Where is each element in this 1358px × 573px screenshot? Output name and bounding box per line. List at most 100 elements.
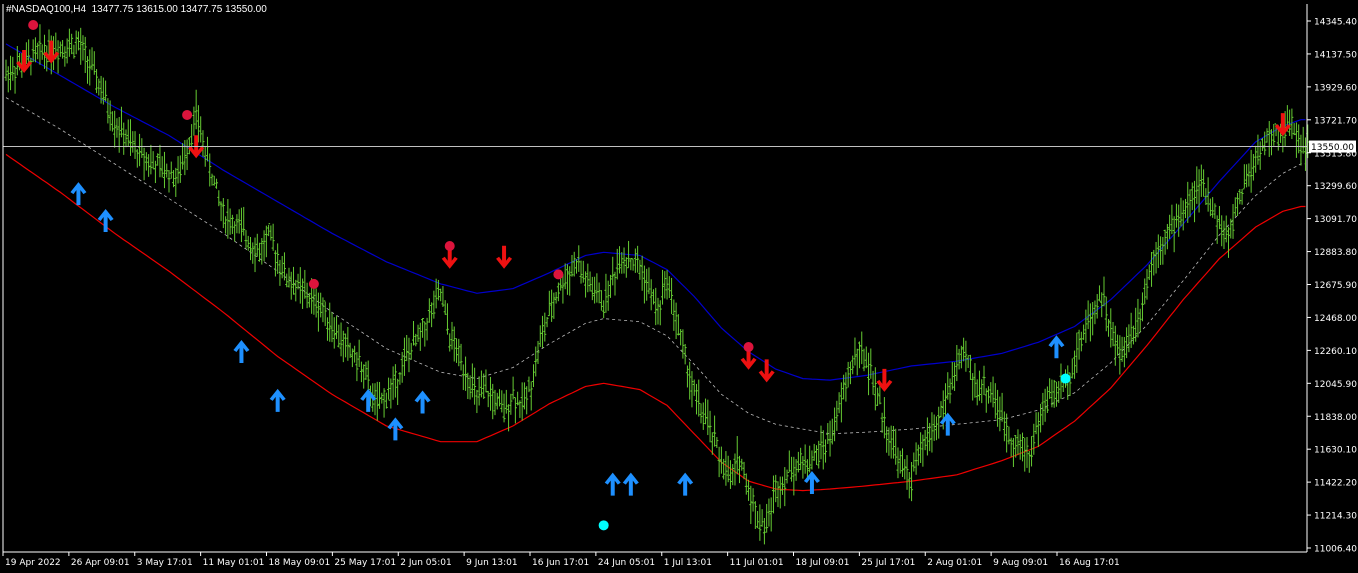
price-bar (966, 355, 970, 368)
price-bar (380, 392, 384, 404)
price-bar (857, 341, 861, 369)
price-bar (72, 44, 76, 59)
price-bar (608, 274, 612, 298)
price-bar (1073, 350, 1077, 379)
price-bar (647, 267, 651, 295)
price-bar (452, 326, 456, 362)
price-bar (801, 456, 805, 479)
price-chart[interactable]: 14345.4014137.5013929.6013721.7013513.80… (0, 0, 1358, 573)
price-bar (758, 504, 762, 541)
price-bar (418, 322, 422, 351)
price-bar (79, 27, 83, 65)
price-bar (461, 364, 465, 391)
price-bar (1165, 223, 1169, 250)
price-bar (169, 161, 173, 179)
price-bar (233, 221, 237, 242)
price-bar (819, 425, 823, 460)
price-bar (1211, 197, 1215, 218)
price-bar (448, 333, 452, 352)
price-bar (597, 282, 601, 304)
price-bar (375, 381, 379, 421)
price-bar (513, 396, 517, 424)
price-bar (287, 267, 291, 288)
price-bar (335, 316, 339, 340)
price-bar (81, 35, 85, 61)
price-bar (479, 370, 483, 398)
price-bar (493, 389, 497, 416)
price-bar (738, 455, 741, 484)
price-bar (149, 144, 153, 175)
price-bar (679, 329, 683, 346)
price-bar (1140, 292, 1144, 322)
price-bar (760, 509, 764, 527)
price-bar (226, 199, 230, 239)
red-dot-marker (743, 341, 754, 352)
price-bar (366, 360, 370, 391)
price-bar (586, 263, 590, 293)
price-bar (400, 351, 404, 383)
price-bar (948, 378, 952, 404)
price-bar (645, 268, 649, 301)
price-bar (781, 476, 785, 495)
price-bar (1152, 249, 1156, 276)
price-bar (1048, 378, 1052, 399)
price-bar (212, 175, 216, 186)
price-bar (495, 392, 499, 410)
price-bar (276, 243, 280, 274)
price-bar (224, 216, 228, 234)
price-bar (672, 299, 676, 331)
price-bar (1014, 435, 1018, 458)
price-bar (1127, 324, 1131, 353)
price-bar (756, 511, 760, 529)
price-bar (135, 149, 139, 168)
price-bar (364, 361, 368, 380)
price-bar (185, 139, 189, 171)
price-bar (980, 379, 984, 404)
price-bar (629, 257, 633, 271)
price-bar (724, 451, 728, 486)
y-tick-label: 12045.90 (1314, 380, 1357, 390)
price-bar (1240, 188, 1244, 205)
price-bar (649, 279, 653, 311)
price-bar (1070, 358, 1074, 379)
price-bar (153, 160, 157, 184)
y-tick-label: 14345.40 (1314, 18, 1357, 28)
price-bar (253, 237, 257, 273)
price-bar (292, 266, 296, 295)
price-bar (799, 447, 803, 471)
price-bar (907, 472, 911, 499)
buy-arrow-icon (1048, 335, 1065, 359)
price-bar (552, 292, 556, 319)
price-bar (1054, 381, 1058, 407)
price-bar (556, 282, 560, 302)
price-bar (848, 361, 852, 385)
red-dot-marker (182, 109, 193, 120)
price-bar (344, 333, 348, 358)
price-bar (1206, 177, 1210, 212)
price-bar (989, 382, 993, 403)
price-bar (1174, 203, 1178, 228)
price-bar (785, 469, 789, 484)
x-tick-label: 26 Apr 09:01 (71, 558, 130, 568)
x-tick-label: 11 Jul 01:01 (730, 558, 784, 568)
price-bar (1247, 163, 1251, 187)
price-bar (203, 146, 207, 167)
price-bar (11, 56, 15, 81)
price-bar (298, 267, 302, 304)
sell-arrow-icon (1274, 113, 1291, 137)
price-bar (704, 398, 708, 425)
price-bar (1183, 198, 1187, 219)
x-tick-label: 1 Jul 13:01 (664, 558, 712, 568)
price-bar (602, 300, 606, 319)
price-bar (937, 406, 941, 439)
price-bar (765, 503, 769, 533)
price-bar (778, 476, 782, 509)
price-bar (1236, 192, 1240, 217)
price-bar (563, 263, 567, 290)
price-bar (735, 436, 739, 475)
price-bar (731, 464, 735, 486)
price-bar (611, 256, 615, 286)
price-bar (1267, 121, 1271, 157)
price-bar (131, 131, 135, 153)
price-bar (638, 259, 642, 280)
